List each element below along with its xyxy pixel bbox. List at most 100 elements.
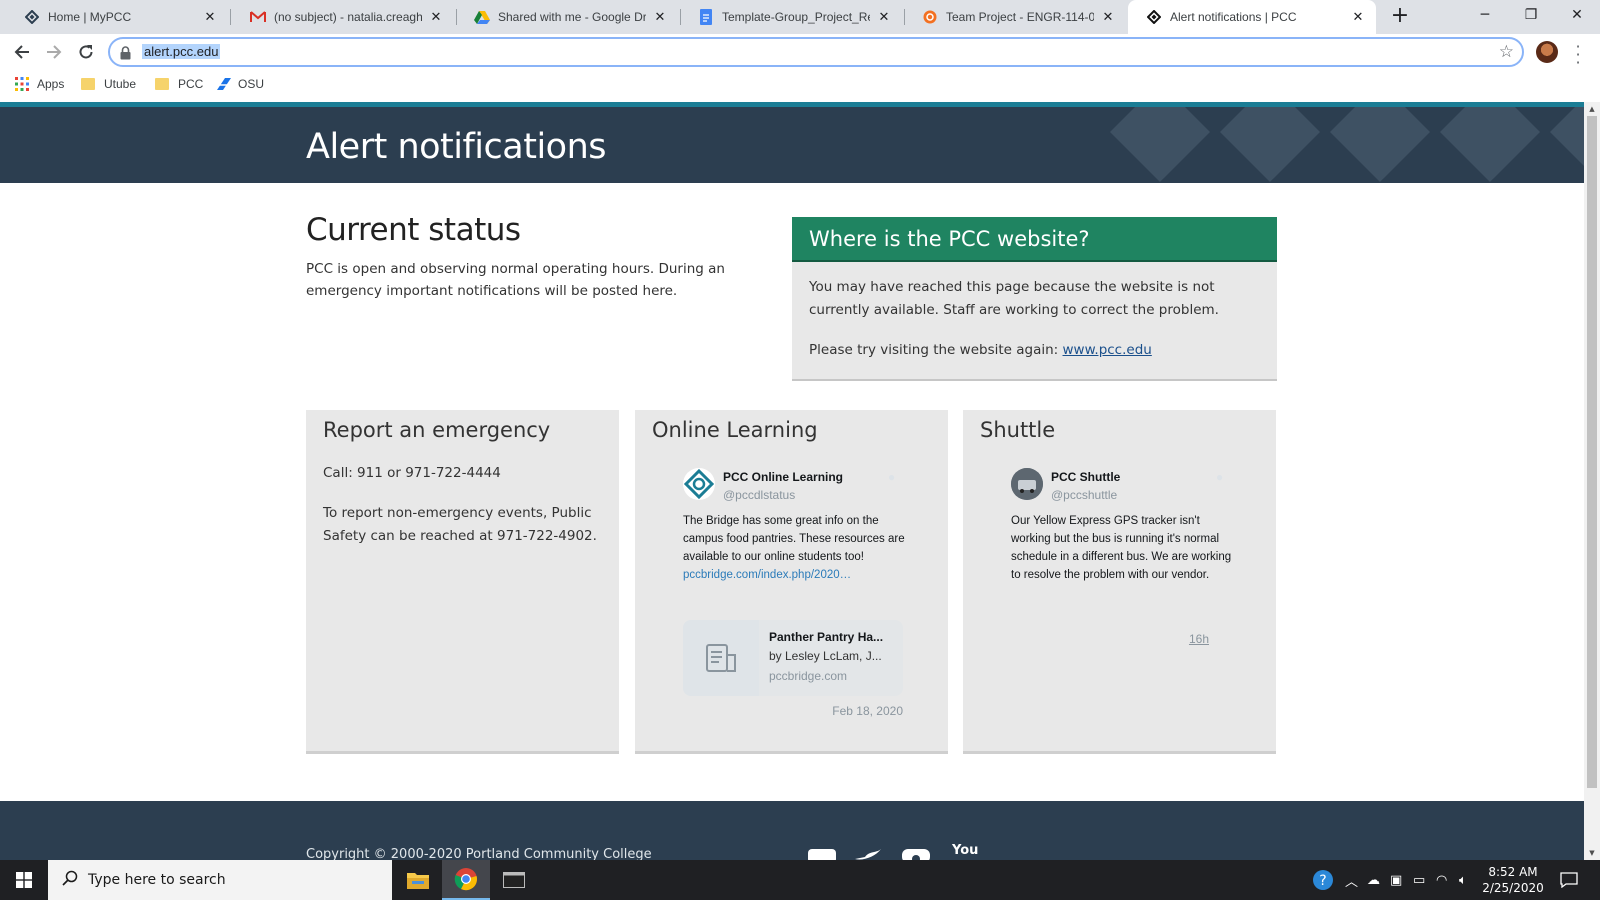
address-bar[interactable]: alert.pcc.edu ☆ — [108, 37, 1524, 67]
pcc-shuttle-avatar — [1011, 468, 1043, 500]
windows-start-icon[interactable] — [0, 860, 48, 900]
emergency-heading: Report an emergency — [323, 418, 551, 442]
twitter-icon[interactable] — [855, 845, 883, 860]
pcc-diamond-icon — [1146, 9, 1162, 25]
clock-date: 2/25/2020 — [1482, 881, 1544, 895]
taskbar-search-box[interactable]: Type here to search — [48, 860, 392, 900]
network-icon[interactable]: ▣ — [1390, 860, 1402, 900]
diamond-pattern — [1110, 107, 1584, 183]
close-tab-icon[interactable]: ✕ — [1350, 10, 1366, 25]
tab-mypcc[interactable]: Home | MyPCC ✕ — [6, 0, 228, 34]
shuttle-heading: Shuttle — [980, 418, 1056, 442]
clock-time: 8:52 AM — [1488, 865, 1538, 879]
tweet-link[interactable]: pccbridge.com/index.php/2020… — [683, 569, 851, 581]
system-clock[interactable]: 8:52 AM 2/25/2020 — [1478, 864, 1548, 896]
bookmark-label: Utube — [104, 77, 137, 91]
volume-icon[interactable]: 🔈︎ — [1459, 860, 1467, 900]
tab-team-project[interactable]: Team Project - ENGR-114-0-14 ✕ — [904, 0, 1126, 34]
bookmark-label: Apps — [37, 77, 65, 91]
document-icon — [683, 620, 759, 696]
tab-alert-notifications[interactable]: Alert notifications | PCC ✕ — [1128, 0, 1376, 34]
website-retry-text: Please try visiting the website again: w… — [809, 342, 1152, 358]
onedrive-icon[interactable]: ☁ — [1367, 860, 1380, 900]
facebook-icon[interactable] — [808, 845, 836, 860]
pcc-online-learning-avatar — [683, 468, 715, 500]
apps-grid-icon — [15, 77, 29, 91]
folder-icon — [155, 78, 169, 90]
twitter-bird-icon[interactable]: ● — [1216, 470, 1223, 484]
bookmarks-bar: Apps Utube PCC OSU — [0, 70, 1600, 102]
folder-icon — [81, 78, 95, 90]
tweet-date[interactable]: 16h — [1189, 632, 1209, 646]
chrome-taskbar-icon[interactable] — [442, 860, 490, 900]
tweet-author-name[interactable]: PCC Online Learning — [723, 470, 843, 484]
svg-text:?: ? — [1319, 873, 1326, 889]
scrollbar-thumb[interactable] — [1587, 116, 1597, 788]
d2l-icon — [922, 9, 938, 25]
scroll-up-arrow-icon[interactable]: ▲ — [1587, 104, 1597, 114]
back-arrow-icon[interactable] — [10, 40, 34, 64]
website-status-box: Where is the PCC website? You may have r… — [792, 217, 1277, 381]
scroll-down-arrow-icon[interactable]: ▼ — [1587, 848, 1597, 858]
forward-arrow-icon[interactable] — [42, 40, 66, 64]
emergency-call-text: Call: 911 or 971-722-4444 — [323, 465, 501, 481]
website-status-text: You may have reached this page because t… — [809, 279, 1219, 318]
file-explorer-icon[interactable] — [394, 860, 442, 900]
website-status-heading: Where is the PCC website? — [792, 217, 1277, 262]
lock-icon — [120, 45, 131, 64]
tweet-author-handle[interactable]: @pccshuttle — [1051, 488, 1117, 502]
tab-google-docs[interactable]: Template-Group_Project_Repor ✕ — [680, 0, 902, 34]
bookmark-star-icon[interactable]: ☆ — [1499, 42, 1514, 62]
help-icon[interactable]: ? — [1312, 860, 1334, 900]
osu-icon — [216, 77, 231, 91]
close-tab-icon[interactable]: ✕ — [202, 10, 218, 25]
tweet-date[interactable]: Feb 18, 2020 — [832, 704, 903, 718]
close-tab-icon[interactable]: ✕ — [1100, 10, 1116, 25]
close-tab-icon[interactable]: ✕ — [428, 10, 444, 25]
browser-toolbar: alert.pcc.edu ☆ · · · — [0, 34, 1600, 71]
pcc-website-link[interactable]: www.pcc.edu — [1063, 342, 1152, 358]
action-center-icon[interactable] — [1560, 860, 1578, 900]
emergency-card: Report an emergency Call: 911 or 971-722… — [306, 410, 619, 754]
online-learning-heading: Online Learning — [652, 418, 818, 442]
restore-icon[interactable]: ❐ — [1508, 0, 1554, 30]
close-window-icon[interactable]: ✕ — [1554, 0, 1600, 30]
youtube-icon[interactable]: You — [952, 843, 978, 858]
instagram-icon[interactable] — [902, 845, 930, 860]
gmail-icon — [250, 9, 266, 25]
bookmark-label: OSU — [238, 77, 265, 91]
page-footer: Copyright © 2000-2020 Portland Community… — [0, 801, 1584, 860]
battery-icon[interactable]: ▭ — [1413, 860, 1425, 900]
twitter-bird-icon[interactable]: ● — [888, 470, 895, 484]
bookmark-apps[interactable]: Apps — [15, 77, 64, 91]
bookmark-pcc[interactable]: PCC — [155, 77, 203, 91]
shuttle-card: Shuttle PCC Shuttle @pccshuttle ● Our Ye… — [963, 410, 1276, 754]
url-text[interactable]: alert.pcc.edu — [142, 44, 221, 59]
google-drive-icon — [474, 9, 490, 25]
bookmark-label: PCC — [178, 77, 204, 91]
bookmark-osu[interactable]: OSU — [216, 77, 264, 91]
bookmark-utube[interactable]: Utube — [81, 77, 136, 91]
google-docs-icon — [698, 9, 714, 25]
minimize-icon[interactable]: ─ — [1462, 0, 1508, 30]
browser-menu-icon[interactable]: · · · — [1572, 39, 1584, 71]
close-tab-icon[interactable]: ✕ — [652, 10, 668, 25]
tab-gmail[interactable]: (no subject) - natalia.creagh@p ✕ — [232, 0, 454, 34]
close-tab-icon[interactable]: ✕ — [876, 10, 892, 25]
tweet-author-handle[interactable]: @pccdlstatus — [723, 488, 795, 502]
wifi-icon[interactable]: ◠ — [1436, 860, 1447, 900]
tweet-link-card[interactable]: Panther Pantry Ha... by Lesley LcLam, J.… — [683, 620, 903, 696]
reload-icon[interactable] — [74, 40, 98, 64]
tab-title: Home | MyPCC — [48, 10, 132, 24]
show-hidden-icons-icon[interactable]: ︿ — [1345, 860, 1358, 900]
tweet-author-name[interactable]: PCC Shuttle — [1051, 470, 1120, 484]
windows-taskbar: Type here to search ? ︿ ☁ ▣ ▭ ◠ 🔈︎ 8:52 … — [0, 860, 1600, 900]
tab-title: Template-Group_Project_Repor — [722, 10, 870, 24]
profile-avatar[interactable] — [1536, 41, 1558, 63]
terminal-icon[interactable] — [490, 860, 538, 900]
new-tab-button[interactable]: + — [1388, 5, 1412, 29]
page-scrollbar[interactable]: ▲ ▼ — [1584, 102, 1600, 860]
tab-google-drive[interactable]: Shared with me - Google Drive ✕ — [456, 0, 678, 34]
hero-banner: Alert notifications — [0, 102, 1584, 183]
search-placeholder: Type here to search — [88, 872, 226, 888]
